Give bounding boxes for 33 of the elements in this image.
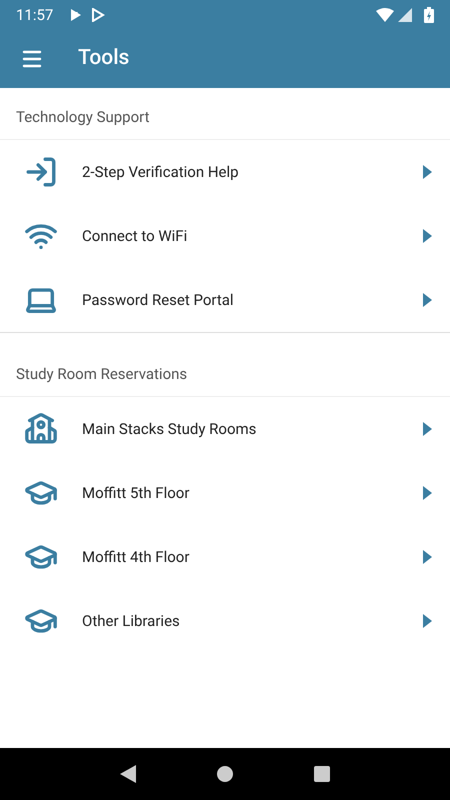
chevron-right-icon — [423, 229, 432, 243]
tool-list-item[interactable]: Other Libraries — [0, 589, 450, 653]
cell-signal-icon — [398, 8, 412, 22]
status-time: 11:57 — [16, 4, 54, 26]
chevron-right-icon — [423, 165, 432, 179]
item-label: Password Reset Portal — [82, 290, 235, 311]
school-building-icon — [24, 412, 58, 446]
tool-list-item[interactable]: Password Reset Portal — [0, 268, 450, 332]
section-header: Study Room Reservations — [16, 364, 188, 384]
wifi-signal-icon — [376, 8, 394, 22]
app-bar-title: Tools — [78, 45, 130, 72]
item-label: Moffitt 4th Floor — [82, 546, 190, 568]
sign-in-icon — [24, 155, 58, 189]
tool-list-item[interactable]: Main Stacks Study Rooms — [0, 397, 450, 461]
item-label: 2-Step Verification Help — [82, 162, 240, 183]
item-label: Moffitt 5th Floor — [82, 482, 190, 504]
tool-list-item[interactable]: Connect to WiFi — [0, 204, 450, 268]
tool-list-item[interactable]: Moffitt 5th Floor — [0, 461, 450, 525]
tool-list-item[interactable]: 2-Step Verification Help — [0, 140, 450, 204]
chevron-right-icon — [423, 486, 432, 500]
chevron-right-icon — [423, 614, 432, 628]
chevron-right-icon — [423, 293, 432, 307]
section-header: Technology Support — [16, 106, 150, 128]
tool-list-item[interactable]: Moffitt 4th Floor — [0, 525, 450, 589]
chevron-right-icon — [423, 550, 432, 564]
recents-icon[interactable] — [314, 766, 330, 782]
back-icon[interactable] — [120, 765, 136, 783]
battery-icon — [424, 7, 434, 23]
home-icon[interactable] — [216, 766, 233, 782]
item-label: Other Libraries — [82, 610, 181, 632]
item-label: Main Stacks Study Rooms — [82, 418, 258, 440]
chevron-right-icon — [423, 422, 432, 436]
item-label: Connect to WiFi — [82, 226, 188, 247]
